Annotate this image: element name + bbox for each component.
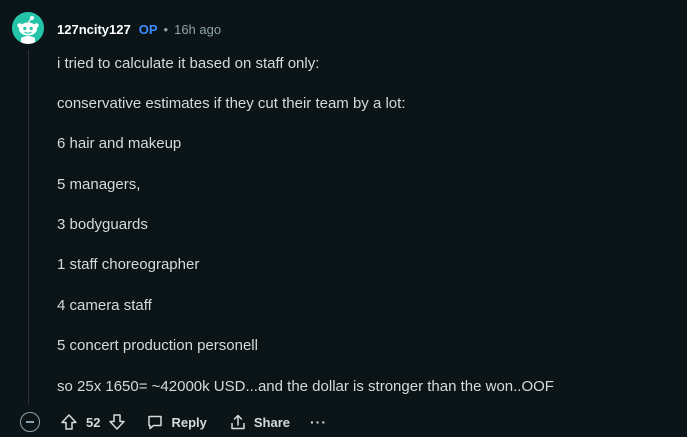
- collapse-button[interactable]: [20, 412, 40, 432]
- share-button[interactable]: Share: [229, 413, 290, 431]
- author-name[interactable]: 127ncity127: [57, 22, 131, 37]
- downvote-icon: [109, 414, 126, 430]
- more-icon: ···: [310, 414, 328, 430]
- meta-separator: •: [163, 21, 169, 37]
- thread-line[interactable]: [28, 50, 29, 405]
- downvote-button[interactable]: [108, 413, 126, 431]
- comment-paragraph: 4 camera staff: [57, 297, 152, 314]
- upvote-button[interactable]: [60, 413, 78, 431]
- comment-paragraph: so 25x 1650= ~42000k USD...and the dolla…: [57, 378, 554, 395]
- vote-count: 52: [86, 414, 101, 430]
- avatar[interactable]: [12, 12, 44, 44]
- more-options-button[interactable]: ···: [310, 414, 327, 430]
- comment-actions: 52 Reply Share ···: [20, 408, 327, 436]
- comment: 127ncity127 OP • 16h ago i tried to calc…: [0, 0, 687, 437]
- reply-button[interactable]: Reply: [146, 413, 207, 431]
- comment-paragraph: 3 bodyguards: [57, 216, 148, 233]
- comment-timestamp[interactable]: 16h ago: [174, 22, 221, 37]
- comment-paragraph: 5 managers,: [57, 176, 141, 193]
- comment-paragraph: 5 concert production personell: [57, 337, 258, 354]
- share-icon: [231, 414, 245, 430]
- comment-paragraph: 1 staff choreographer: [57, 256, 200, 273]
- collapse-icon: [26, 421, 34, 423]
- comment-meta: 127ncity127 OP • 16h ago: [57, 19, 221, 39]
- upvote-icon: [61, 414, 77, 430]
- reply-icon: [148, 415, 163, 430]
- vote-controls: 52: [60, 413, 126, 431]
- comment-paragraph: 6 hair and makeup: [57, 135, 182, 152]
- comment-paragraph: i tried to calculate it based on staff o…: [57, 55, 320, 72]
- reply-label: Reply: [171, 414, 207, 430]
- comment-paragraph: conservative estimates if they cut their…: [57, 95, 406, 112]
- snoo-avatar-icon: [12, 12, 44, 44]
- share-label: Share: [253, 414, 291, 430]
- op-badge: OP: [138, 21, 158, 37]
